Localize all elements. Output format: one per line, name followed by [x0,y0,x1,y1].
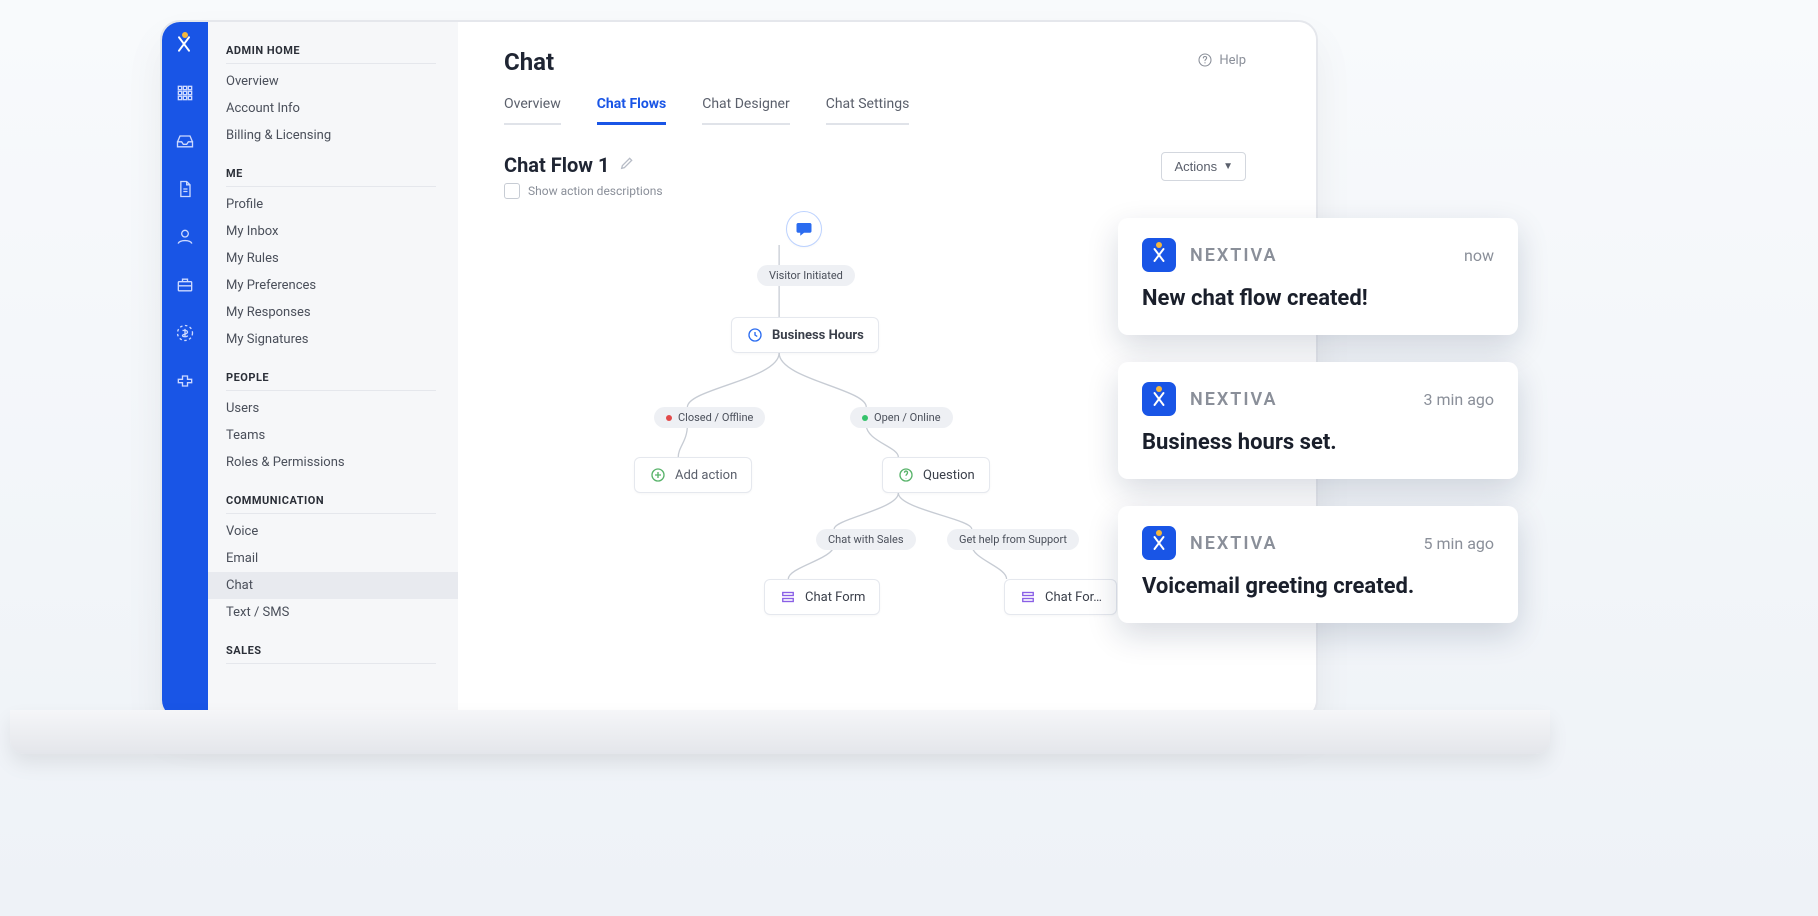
node-add-action[interactable]: Add action [634,457,752,493]
form-icon [779,588,797,606]
toast-brand: NEXTIVA [1190,389,1278,410]
tab-chat-flows[interactable]: Chat Flows [597,96,666,125]
integrations-icon[interactable] [174,370,196,392]
tabs: Overview Chat Flows Chat Designer Chat S… [504,96,1256,125]
nextiva-logo-icon [1142,382,1176,416]
toast-time: 5 min ago [1424,534,1495,553]
sidebar-group-admin-home: ADMIN HOME [226,44,458,57]
toast-new-flow: NEXTIVA now New chat flow created! [1118,218,1518,335]
sidebar-item-profile[interactable]: Profile [226,191,458,218]
help-button[interactable]: Help [1197,52,1246,68]
form-icon [1019,588,1037,606]
inbox-icon[interactable] [174,130,196,152]
sidebar-group-sales: SALES [226,644,458,657]
sidebar-group-communication: COMMUNICATION [226,494,458,507]
sidebar-item-text-sms[interactable]: Text / SMS [226,599,458,626]
sidebar-item-my-signatures[interactable]: My Signatures [226,326,458,353]
node-start[interactable] [786,211,822,247]
clock-icon [746,326,764,344]
toast-voicemail: NEXTIVA 5 min ago Voicemail greeting cre… [1118,506,1518,623]
laptop-base [10,710,1550,754]
app-logo-icon [174,34,196,56]
actions-button[interactable]: Actions▼ [1161,152,1246,181]
currency-icon[interactable] [174,322,196,344]
iconrail [162,22,208,718]
pill-closed-offline[interactable]: Closed / Offline [654,407,765,428]
toast-message: New chat flow created! [1142,286,1494,311]
status-dot-red [666,415,672,421]
sidebar-item-billing[interactable]: Billing & Licensing [226,122,458,149]
sidebar-item-my-inbox[interactable]: My Inbox [226,218,458,245]
show-descriptions-label: Show action descriptions [528,184,663,198]
node-question[interactable]: Question [882,457,990,493]
sidebar-item-users[interactable]: Users [226,395,458,422]
sidebar-group-people: PEOPLE [226,371,458,384]
sidebar-item-overview[interactable]: Overview [226,68,458,95]
document-icon[interactable] [174,178,196,200]
tab-chat-settings[interactable]: Chat Settings [826,96,910,125]
sidebar: ADMIN HOME Overview Account Info Billing… [208,22,458,718]
chevron-down-icon: ▼ [1223,161,1233,172]
toast-brand: NEXTIVA [1190,245,1278,266]
sidebar-item-roles[interactable]: Roles & Permissions [226,449,458,476]
plus-circle-icon [649,466,667,484]
toast-brand: NEXTIVA [1190,533,1278,554]
node-visitor-initiated[interactable]: Visitor Initiated [757,265,855,286]
flow-title: Chat Flow 1 [504,153,609,177]
pill-open-online[interactable]: Open / Online [850,407,953,428]
toast-message: Business hours set. [1142,430,1494,455]
sidebar-group-me: ME [226,167,458,180]
edit-icon[interactable] [619,155,635,175]
node-chat-form-right[interactable]: Chat For… [1004,579,1117,615]
toast-business-hours: NEXTIVA 3 min ago Business hours set. [1118,362,1518,479]
node-business-hours[interactable]: Business Hours [731,317,879,353]
toast-message: Voicemail greeting created. [1142,574,1494,599]
pill-help-support[interactable]: Get help from Support [947,529,1079,550]
tab-overview[interactable]: Overview [504,96,561,125]
nextiva-logo-icon [1142,526,1176,560]
flow-header: Chat Flow 1 [504,153,1256,177]
sidebar-item-voice[interactable]: Voice [226,518,458,545]
apps-icon[interactable] [174,82,196,104]
sidebar-item-chat[interactable]: Chat [208,572,458,599]
sidebar-item-my-preferences[interactable]: My Preferences [226,272,458,299]
help-icon [1197,52,1213,68]
tab-chat-designer[interactable]: Chat Designer [702,96,790,125]
user-icon[interactable] [174,226,196,248]
status-dot-green [862,415,868,421]
nextiva-logo-icon [1142,238,1176,272]
sidebar-item-my-responses[interactable]: My Responses [226,299,458,326]
question-icon [897,466,915,484]
sidebar-item-account-info[interactable]: Account Info [226,95,458,122]
toast-time: now [1464,246,1494,265]
briefcase-icon[interactable] [174,274,196,296]
show-descriptions-checkbox[interactable] [504,183,520,199]
sidebar-item-teams[interactable]: Teams [226,422,458,449]
chat-icon [795,220,813,238]
page-title: Chat [504,48,1256,76]
sidebar-item-my-rules[interactable]: My Rules [226,245,458,272]
toast-time: 3 min ago [1424,390,1495,409]
node-chat-form-left[interactable]: Chat Form [764,579,880,615]
sidebar-item-email[interactable]: Email [226,545,458,572]
pill-chat-sales[interactable]: Chat with Sales [816,529,916,550]
